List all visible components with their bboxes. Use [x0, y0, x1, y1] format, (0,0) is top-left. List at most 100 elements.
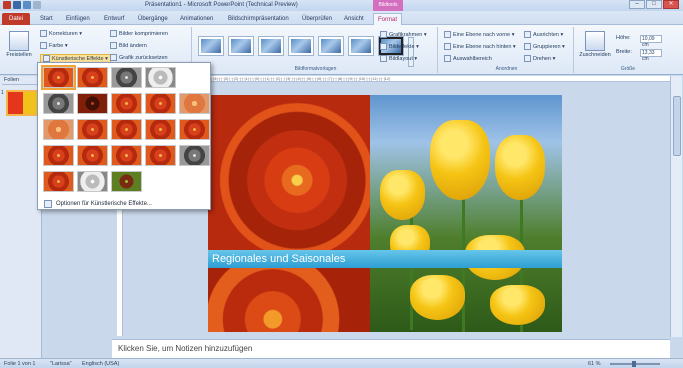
- tab-format[interactable]: Format: [373, 13, 403, 25]
- language[interactable]: Englisch (USA): [82, 361, 119, 367]
- remove-background-icon: [9, 31, 29, 51]
- width-input[interactable]: 13,33 cm: [640, 49, 662, 62]
- effect-paint-brush[interactable]: [145, 93, 176, 114]
- dahlia-image-bottom[interactable]: [208, 268, 370, 332]
- picture-style-6[interactable]: [348, 36, 374, 56]
- align-icon: [524, 31, 531, 38]
- color-button[interactable]: Farbe ▾: [40, 42, 68, 49]
- compress-pictures-button[interactable]: Bilder komprimieren: [110, 30, 168, 37]
- picture-border-icon: [380, 31, 387, 38]
- tab-transitions[interactable]: Übergänge: [134, 13, 172, 25]
- align-button[interactable]: Ausrichten ▾: [524, 31, 563, 38]
- notes-pane[interactable]: Klicken Sie, um Notizen hinzuzufügen: [112, 339, 670, 358]
- effect-line-drawing[interactable]: [43, 93, 74, 114]
- picture-effects-button[interactable]: Bildeffekte ▾: [380, 43, 419, 50]
- tab-view[interactable]: Ansicht: [340, 13, 368, 25]
- height-input[interactable]: 10,09 cm: [640, 35, 662, 48]
- width-control: Breite:: [616, 49, 632, 55]
- picture-layout-button[interactable]: Bildlayout ▾: [380, 55, 417, 62]
- minimize-button[interactable]: –: [629, 0, 645, 9]
- redo-icon[interactable]: [33, 1, 41, 9]
- zoom-level[interactable]: 61 %: [588, 361, 601, 367]
- picture-style-5[interactable]: [318, 36, 344, 56]
- tab-review[interactable]: Überprüfen: [298, 13, 336, 25]
- effect-pencil-grayscale[interactable]: [111, 67, 142, 88]
- slides-tab[interactable]: Folien: [2, 76, 38, 85]
- status-bar: Folie 1 von 1 "Larissa" Englisch (USA) 6…: [0, 358, 683, 368]
- effect-none[interactable]: [41, 65, 76, 90]
- scrollbar-thumb[interactable]: [673, 96, 681, 156]
- effect-paint-strokes[interactable]: [111, 93, 142, 114]
- height-control: Höhe:: [616, 35, 631, 41]
- compress-icon: [110, 30, 117, 37]
- rotate-button[interactable]: Drehen ▾: [524, 55, 555, 62]
- height-label: Höhe:: [616, 35, 631, 41]
- color-icon: [40, 42, 47, 49]
- slide-number: 1: [1, 90, 4, 96]
- corrections-icon: [40, 30, 47, 37]
- effect-chalk-sketch[interactable]: [77, 93, 108, 114]
- notes-placeholder[interactable]: Klicken Sie, um Notizen hinzuzufügen: [118, 344, 252, 353]
- zoom-slider-knob[interactable]: [632, 361, 636, 367]
- maximize-button[interactable]: □: [646, 0, 662, 9]
- picture-style-3[interactable]: [258, 36, 284, 56]
- effect-plastic-wrap[interactable]: [43, 171, 74, 192]
- tab-slideshow[interactable]: Bildschirmpräsentation: [224, 13, 293, 25]
- undo-icon[interactable]: [23, 1, 31, 9]
- effect-blur[interactable]: [43, 119, 74, 140]
- remove-background-button[interactable]: Freistellen: [4, 31, 34, 58]
- picture-style-4[interactable]: [288, 36, 314, 56]
- effect-pencil-sketch[interactable]: [145, 67, 176, 88]
- picture-border-button[interactable]: Grafikrahmen ▾: [380, 31, 427, 38]
- tab-file[interactable]: Datei: [2, 13, 30, 25]
- selection-pane-label: Auswahlbereich: [453, 55, 492, 62]
- title-banner[interactable]: Regionales und Saisonales: [208, 250, 562, 268]
- crop-button[interactable]: Zuschneiden: [578, 31, 612, 58]
- selection-pane-button[interactable]: Auswahlbereich: [444, 55, 492, 62]
- width-label: Breite:: [616, 49, 632, 55]
- picture-styles-label: Bildformatvorlagen: [294, 66, 337, 72]
- artistic-effects-gallery: [41, 65, 210, 197]
- tab-insert[interactable]: Einfügen: [62, 13, 94, 25]
- effect-glass[interactable]: [43, 145, 74, 166]
- powerpoint-logo-icon: [3, 1, 11, 9]
- effect-photocopy[interactable]: [111, 171, 142, 192]
- compress-label: Bilder komprimieren: [119, 30, 168, 37]
- effect-watercolor-sponge[interactable]: [111, 119, 142, 140]
- rotate-icon: [524, 55, 531, 62]
- dahlia-image-top[interactable]: [208, 95, 370, 250]
- picture-border-label: Grafikrahmen ▾: [389, 31, 427, 38]
- effect-crisscross-etching[interactable]: [145, 145, 176, 166]
- reset-picture-button[interactable]: Grafik zurücksetzen: [110, 54, 168, 61]
- gallery-more-button[interactable]: [408, 37, 414, 67]
- slide[interactable]: Regionales und Saisonales: [208, 95, 562, 332]
- picture-style-1[interactable]: [198, 36, 224, 56]
- slide-title[interactable]: Regionales und Saisonales: [212, 253, 345, 265]
- close-button[interactable]: ✕: [663, 0, 679, 9]
- tab-start[interactable]: Start: [36, 13, 57, 25]
- tab-animations[interactable]: Animationen: [176, 13, 217, 25]
- effect-mosaic-bubbles[interactable]: [179, 119, 210, 140]
- slide-thumbnail[interactable]: [6, 90, 40, 116]
- effect-texturizer[interactable]: [111, 145, 142, 166]
- artistic-effects-dropdown: Optionen für Künstlerische Effekte...: [37, 62, 211, 210]
- send-backward-button[interactable]: Eine Ebene nach hinten ▾: [444, 43, 516, 50]
- vertical-scrollbar[interactable]: [670, 76, 682, 337]
- artistic-effects-options[interactable]: Optionen für Künstlerische Effekte...: [44, 200, 152, 208]
- picture-style-2[interactable]: [228, 36, 254, 56]
- picture-effects-label: Bildeffekte ▾: [389, 43, 419, 50]
- change-picture-button[interactable]: Bild ändern: [110, 42, 147, 49]
- group-button[interactable]: Gruppieren ▾: [524, 43, 565, 50]
- effect-pastels-smooth[interactable]: [179, 145, 210, 166]
- effect-glow-diffused[interactable]: [179, 93, 210, 114]
- effect-cutout[interactable]: [77, 171, 108, 192]
- effect-marker[interactable]: [77, 67, 108, 88]
- tab-design[interactable]: Entwurf: [100, 13, 128, 25]
- corrections-button[interactable]: Korrekturen ▾: [40, 30, 82, 37]
- effect-light-screen[interactable]: [77, 119, 108, 140]
- effect-cement[interactable]: [77, 145, 108, 166]
- save-icon[interactable]: [13, 1, 21, 9]
- bring-forward-button[interactable]: Eine Ebene nach vorne ▾: [444, 31, 514, 38]
- effect-film-grain[interactable]: [145, 119, 176, 140]
- tulips-image[interactable]: [370, 95, 562, 332]
